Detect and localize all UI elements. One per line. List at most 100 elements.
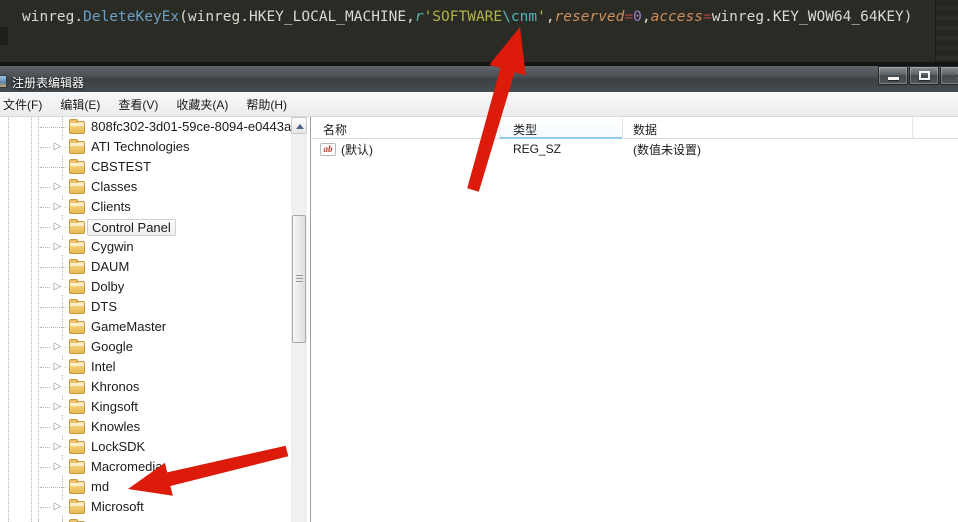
folder-icon: [69, 379, 85, 394]
tree-item-kingsoft[interactable]: ▷ Kingsoft: [0, 397, 291, 417]
tree-item-md[interactable]: md: [0, 477, 291, 497]
maximize-button[interactable]: [909, 66, 939, 85]
expand-icon[interactable]: ▷: [51, 400, 64, 414]
folder-icon: [69, 279, 85, 294]
registry-app-icon: [0, 75, 7, 88]
code-line: winreg.DeleteKeyEx(winreg.HKEY_LOCAL_MAC…: [22, 9, 913, 25]
folder-icon: [69, 319, 85, 334]
tree-item-khronos[interactable]: ▷ Khronos: [0, 377, 291, 397]
registry-values-pane: 名称 类型 数据 ab (默认) REG_SZ (数值未设置): [312, 117, 958, 522]
tree-item-label: Knowles: [91, 419, 141, 434]
scrollbar-up-button[interactable]: [291, 117, 307, 134]
folder-icon: [69, 479, 85, 494]
code-token-string_prefix: r: [414, 9, 424, 25]
tree-item-clients[interactable]: ▷ Clients: [0, 197, 291, 217]
folder-icon: [69, 259, 85, 274]
tree-item-intel[interactable]: ▷ Intel: [0, 357, 291, 377]
folder-icon: [69, 299, 85, 314]
expand-icon[interactable]: ▷: [51, 220, 64, 234]
folder-icon: [69, 219, 85, 234]
column-header-filler: [913, 117, 958, 139]
tree-item-dts[interactable]: DTS: [0, 297, 291, 317]
menu-help[interactable]: 帮助(H): [237, 93, 296, 117]
tree-item-cbstest[interactable]: CBSTEST: [0, 157, 291, 177]
tree-item-cygwin[interactable]: ▷ Cygwin: [0, 237, 291, 257]
folder-icon: [69, 359, 85, 374]
tree-connector-line: [40, 487, 66, 488]
maximize-icon: [919, 71, 930, 80]
expand-icon[interactable]: ▷: [51, 140, 64, 154]
code-token-plain: winreg.KEY_WOW64_64KEY): [711, 9, 913, 25]
value-name: (默认): [341, 142, 373, 157]
tree-item-knowles[interactable]: ▷ Knowles: [0, 417, 291, 437]
tree-item-locksdk[interactable]: ▷ LockSDK: [0, 437, 291, 457]
tree-item-daum[interactable]: DAUM: [0, 257, 291, 277]
expand-icon[interactable]: ▷: [51, 420, 64, 434]
tree-scrollbar[interactable]: [291, 117, 307, 522]
tree-item-partial[interactable]: [0, 517, 291, 522]
expand-icon[interactable]: ▷: [51, 200, 64, 214]
tree-item-label: Khronos: [91, 379, 140, 394]
tree-item-classes[interactable]: ▷ Classes: [0, 177, 291, 197]
menu-favorites[interactable]: 收藏夹(A): [167, 93, 237, 117]
scrollbar-grip-icon: [296, 275, 303, 284]
code-token-operator: =: [624, 9, 634, 25]
menu-edit[interactable]: 编辑(E): [51, 93, 109, 117]
menu-view[interactable]: 查看(V): [109, 93, 167, 117]
tree-item-label: Classes: [91, 179, 138, 194]
tree-connector-line: [40, 167, 66, 168]
minimize-icon: [888, 77, 899, 80]
tree-item-control-panel[interactable]: ▷ Control Panel: [0, 217, 291, 237]
expand-icon[interactable]: ▷: [51, 360, 64, 374]
value-row[interactable]: ab (默认) REG_SZ (数值未设置): [312, 139, 958, 159]
expand-icon[interactable]: ▷: [51, 240, 64, 254]
code-token-number: 0: [633, 9, 642, 25]
tree-item-label: md: [91, 479, 110, 494]
tree-item-google[interactable]: ▷ Google: [0, 337, 291, 357]
list-header: 名称 类型 数据: [312, 117, 958, 139]
column-header-data[interactable]: 数据: [623, 117, 913, 139]
tree-connector-line: [40, 327, 66, 328]
tree-item-label: GameMaster: [91, 319, 167, 334]
tree-item-macromedia[interactable]: ▷ Macromedia: [0, 457, 291, 477]
scrollbar-thumb[interactable]: [292, 215, 306, 343]
column-header-type[interactable]: 类型: [500, 117, 623, 139]
close-button[interactable]: ✕: [940, 66, 958, 85]
value-name-cell: ab (默认): [312, 141, 500, 158]
list-rows: ab (默认) REG_SZ (数值未设置): [312, 139, 958, 159]
expand-icon[interactable]: ▷: [51, 280, 64, 294]
menu-items: 文件(F) 编辑(E) 查看(V) 收藏夹(A) 帮助(H): [0, 92, 296, 117]
window-content: 808fc302-3d01-59ce-8094-e0443a ▷ ATI Techn…: [0, 117, 958, 522]
code-token-plain: ,: [545, 9, 555, 25]
expand-icon[interactable]: ▷: [51, 340, 64, 354]
code-token-string: 'SOFTWARE: [423, 9, 503, 25]
folder-icon: [69, 159, 85, 174]
tree-item-label: Kingsoft: [91, 399, 138, 414]
tree-item-dolby[interactable]: ▷ Dolby: [0, 277, 291, 297]
expand-icon[interactable]: ▷: [51, 500, 64, 514]
tree-item-gamemaster[interactable]: GameMaster: [0, 317, 291, 337]
value-data-cell: (数值未设置): [633, 142, 701, 157]
value-type-cell: REG_SZ: [513, 142, 562, 156]
folder-icon: [69, 139, 85, 154]
expand-icon[interactable]: ▷: [51, 460, 64, 474]
column-header-name[interactable]: 名称: [312, 117, 500, 139]
window-titlebar[interactable]: 注册表编辑器: [0, 62, 958, 92]
expand-icon[interactable]: ▷: [51, 380, 64, 394]
expand-icon[interactable]: ▷: [51, 180, 64, 194]
code-editor-notch: [0, 27, 8, 45]
tree-item-808fc302-3d01-59ce-8094-e0443a[interactable]: 808fc302-3d01-59ce-8094-e0443a: [0, 117, 291, 137]
tree-item-label: DTS: [91, 299, 117, 314]
pane-splitter[interactable]: [310, 117, 311, 522]
tree-item-ati-technologies[interactable]: ▷ ATI Technologies: [0, 137, 291, 157]
code-editor-scrollbar[interactable]: [935, 0, 958, 62]
folder-icon: [69, 119, 85, 134]
expand-icon[interactable]: ▷: [51, 440, 64, 454]
code-token-string: ': [537, 9, 546, 25]
minimize-button[interactable]: [878, 66, 908, 85]
tree-item-microsoft[interactable]: ▷ Microsoft: [0, 497, 291, 517]
tree-connector-line: [40, 307, 66, 308]
menu-file[interactable]: 文件(F): [0, 93, 51, 117]
folder-icon: [69, 199, 85, 214]
tree-item-label: DAUM: [91, 259, 130, 274]
